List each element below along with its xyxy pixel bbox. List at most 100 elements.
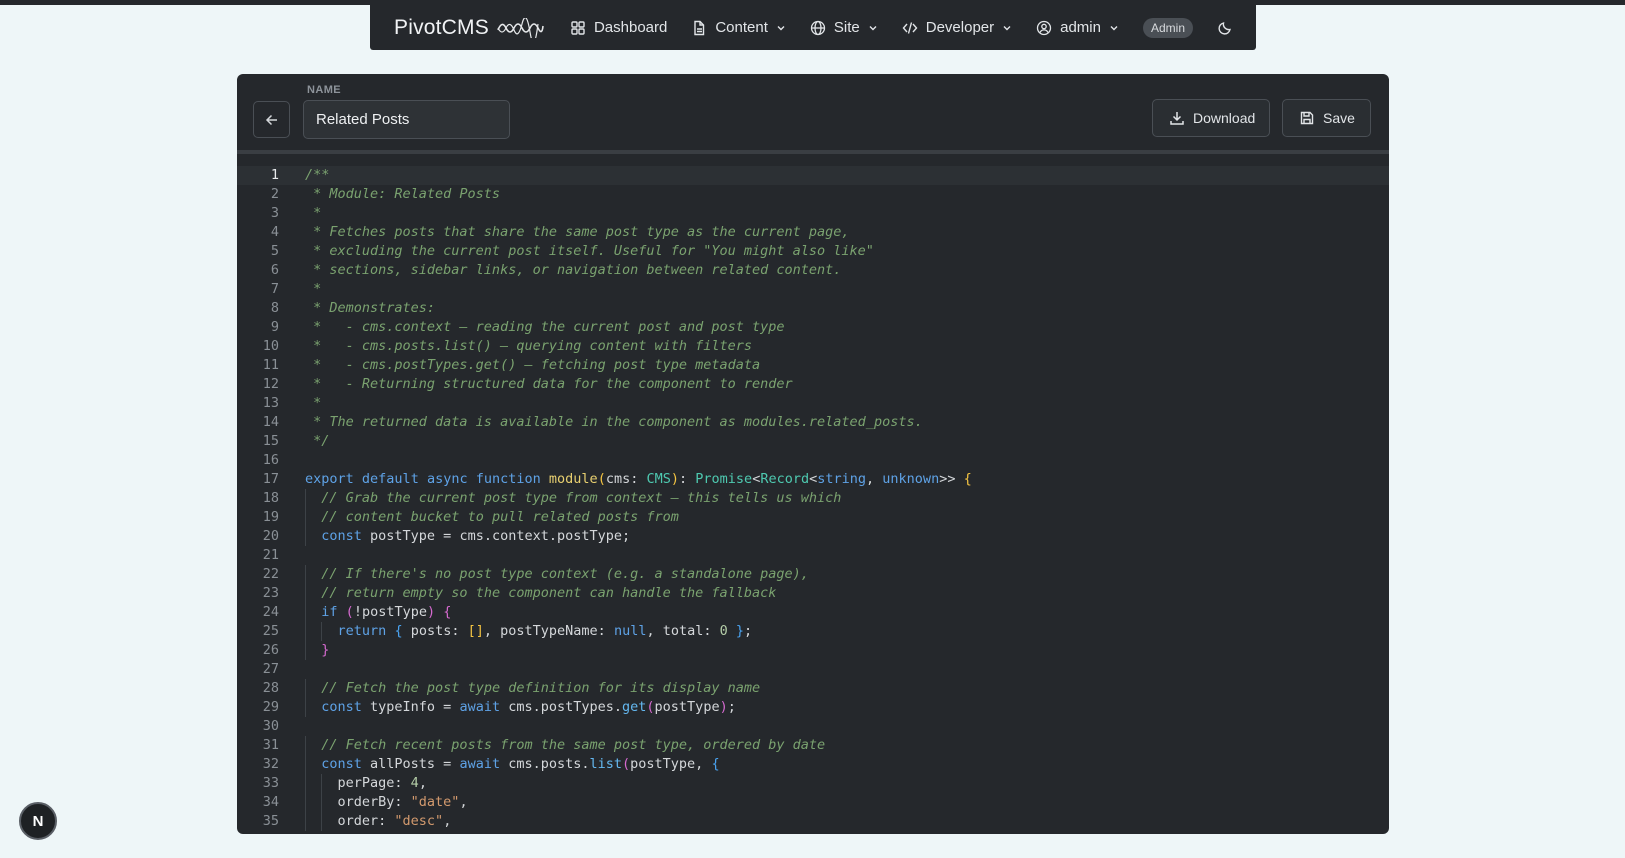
- code-line[interactable]: 24 if (!postType) {: [237, 603, 1389, 622]
- editor-header: NAME Download Save: [237, 74, 1389, 154]
- code-line[interactable]: 10 * - cms.posts.list() — querying conte…: [237, 337, 1389, 356]
- code-text: * - cms.posts.list() — querying content …: [305, 338, 753, 354]
- line-number: 25: [262, 623, 279, 639]
- code-line[interactable]: 29 const typeInfo = await cms.postTypes.…: [237, 698, 1389, 717]
- next-logo-icon: N: [28, 811, 48, 831]
- code-line[interactable]: 13 *: [237, 394, 1389, 413]
- line-number: 3: [270, 205, 279, 221]
- line-number: 35: [262, 813, 279, 829]
- brand[interactable]: PivotCMS: [394, 16, 544, 40]
- line-number: 34: [262, 794, 279, 810]
- code-line[interactable]: 14 * The returned data is available in t…: [237, 413, 1389, 432]
- code-line[interactable]: 1 /**: [237, 166, 1389, 185]
- code-line[interactable]: 5 * excluding the current post itself. U…: [237, 242, 1389, 261]
- line-number: 15: [262, 433, 279, 449]
- line-number: 24: [262, 604, 279, 620]
- save-button[interactable]: Save: [1282, 99, 1371, 137]
- line-number: 2: [270, 186, 279, 202]
- line-number: 26: [262, 642, 279, 658]
- line-number: 20: [262, 528, 279, 544]
- code-line[interactable]: 15 */: [237, 432, 1389, 451]
- code-text: * Module: Related Posts: [305, 186, 501, 202]
- code-line[interactable]: 25 return { posts: [], postTypeName: nul…: [237, 622, 1389, 641]
- line-number: 30: [262, 718, 279, 734]
- code-line[interactable]: 34 orderBy: "date",: [237, 793, 1389, 812]
- code-line[interactable]: 18 // Grab the current post type from co…: [237, 489, 1389, 508]
- code-editor[interactable]: 1/** 2 * Module: Related Posts 3 * 4 * Fetc…: [237, 158, 1389, 834]
- line-number: 29: [262, 699, 279, 715]
- code-text: * - cms.postTypes.get() — fetching post …: [305, 357, 761, 373]
- svg-text:N: N: [33, 813, 44, 830]
- code-text: const allPosts = await cms.posts.list(po…: [321, 756, 720, 772]
- line-number: 22: [262, 566, 279, 582]
- code-text: * sections, sidebar links, or navigation…: [305, 262, 842, 278]
- line-number: 9: [270, 319, 279, 335]
- line-number: 7: [270, 281, 279, 297]
- line-number: 13: [262, 395, 279, 411]
- download-button[interactable]: Download: [1152, 99, 1270, 137]
- code-line[interactable]: 17 export default async function module(c…: [237, 470, 1389, 489]
- code-line[interactable]: 33 perPage: 4,: [237, 774, 1389, 793]
- code-text: * - cms.context — reading the current po…: [305, 319, 785, 335]
- nav-content-label: Content: [715, 19, 768, 36]
- code-line[interactable]: 4 * Fetches posts that share the same po…: [237, 223, 1389, 242]
- code-line[interactable]: 23 // return empty so the component can …: [237, 584, 1389, 603]
- code-line[interactable]: 22 // If there's no post type context (e…: [237, 565, 1389, 584]
- code-line[interactable]: 7 *: [237, 280, 1389, 299]
- line-number: 32: [262, 756, 279, 772]
- line-number: 28: [262, 680, 279, 696]
- nav-site[interactable]: Site: [810, 19, 878, 36]
- chevron-down-icon: [776, 23, 786, 33]
- code-text: }: [321, 642, 330, 658]
- code-text: *: [305, 281, 322, 297]
- code-text: const postType = cms.context.postType;: [321, 528, 631, 544]
- code-text: * excluding the current post itself. Use…: [305, 243, 874, 259]
- code-line[interactable]: 35 order: "desc",: [237, 812, 1389, 831]
- code-text: if (!postType) {: [321, 604, 452, 620]
- code-line[interactable]: 20 const postType = cms.context.postType…: [237, 527, 1389, 546]
- next-devtools-button[interactable]: N: [19, 802, 57, 840]
- code-line[interactable]: 6 * sections, sidebar links, or navigati…: [237, 261, 1389, 280]
- code-line[interactable]: 26 }: [237, 641, 1389, 660]
- module-editor-panel: NAME Download Save 1 /** 2 * Module: Relat…: [237, 74, 1389, 834]
- code-line[interactable]: 21: [237, 546, 1389, 565]
- code-text: // Fetch recent posts from the same post…: [321, 737, 826, 753]
- line-number: 11: [262, 357, 279, 373]
- code-icon: [902, 20, 918, 36]
- nav-developer[interactable]: Developer: [902, 19, 1012, 36]
- moon-icon[interactable]: [1217, 20, 1233, 36]
- code-line[interactable]: 16: [237, 451, 1389, 470]
- nav-user-menu[interactable]: admin: [1036, 19, 1119, 36]
- code-line[interactable]: 12 * - Returning structured data for the…: [237, 375, 1389, 394]
- code-text: // Grab the current post type from conte…: [321, 490, 842, 506]
- code-text: // content bucket to pull related posts …: [321, 509, 679, 525]
- code-line[interactable]: 31 // Fetch recent posts from the same p…: [237, 736, 1389, 755]
- code-line[interactable]: 28 // Fetch the post type definition for…: [237, 679, 1389, 698]
- download-label: Download: [1193, 110, 1256, 126]
- code-text: order: "desc",: [305, 813, 452, 829]
- download-icon: [1169, 110, 1185, 126]
- top-navigation: PivotCMS Dashboard Content Site Develope…: [370, 5, 1256, 50]
- code-line[interactable]: 2 * Module: Related Posts: [237, 185, 1389, 204]
- line-number: 16: [262, 452, 279, 468]
- line-number: 17: [262, 471, 279, 487]
- code-text: const typeInfo = await cms.postTypes.get…: [321, 699, 736, 715]
- code-line[interactable]: 30: [237, 717, 1389, 736]
- line-number: 6: [270, 262, 279, 278]
- code-line[interactable]: 8 * Demonstrates:: [237, 299, 1389, 318]
- code-line[interactable]: 27: [237, 660, 1389, 679]
- chevron-down-icon: [1002, 23, 1012, 33]
- globe-icon: [810, 20, 826, 36]
- module-name-input[interactable]: [303, 100, 510, 139]
- code-line[interactable]: 3 *: [237, 204, 1389, 223]
- nav-dashboard[interactable]: Dashboard: [570, 19, 667, 36]
- code-line[interactable]: 32 const allPosts = await cms.posts.list…: [237, 755, 1389, 774]
- grid-icon: [570, 20, 586, 36]
- code-line[interactable]: 9 * - cms.context — reading the current …: [237, 318, 1389, 337]
- line-number: 14: [262, 414, 279, 430]
- code-text: /**: [305, 167, 330, 183]
- code-line[interactable]: 11 * - cms.postTypes.get() — fetching po…: [237, 356, 1389, 375]
- nav-content[interactable]: Content: [691, 19, 786, 36]
- back-button[interactable]: [253, 101, 290, 138]
- code-line[interactable]: 19 // content bucket to pull related pos…: [237, 508, 1389, 527]
